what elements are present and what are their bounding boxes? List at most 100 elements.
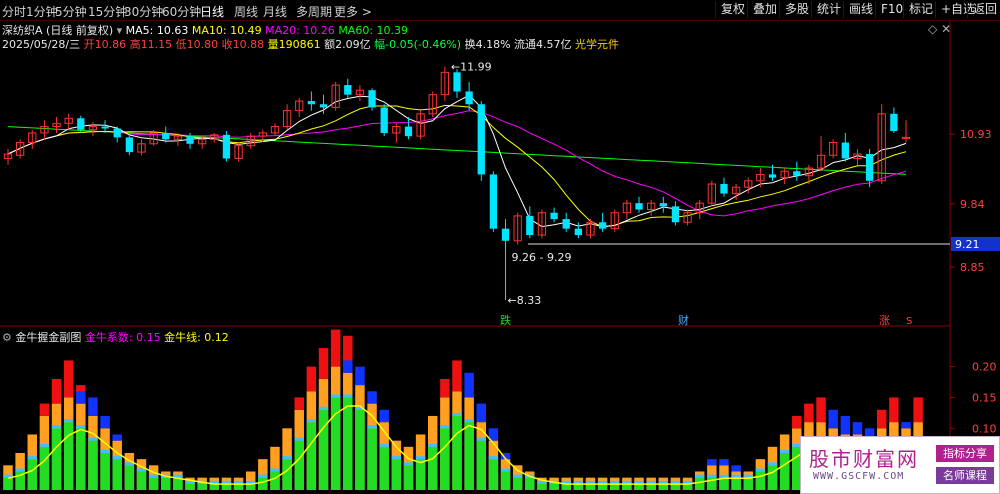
sub-bar-green — [367, 428, 377, 490]
sub-bar-blue — [707, 459, 717, 466]
sub-bar-green — [294, 440, 304, 490]
candle-body — [344, 85, 352, 95]
candle-body — [162, 132, 170, 140]
sub-bar-red — [913, 397, 923, 423]
sub-bar-cap — [464, 419, 474, 423]
sub-bar-green — [124, 465, 135, 490]
candle-body — [501, 228, 510, 241]
sub-axis-label: 0.20 — [972, 361, 997, 374]
candle-body — [368, 90, 376, 108]
watermark-title: 股市财富网 — [809, 447, 919, 471]
sub-bar-cap — [755, 468, 766, 472]
sub-bar-green — [51, 428, 62, 490]
candle-body — [865, 154, 874, 181]
sub-bar-cap — [330, 394, 341, 398]
sub-bar-cap — [15, 468, 25, 472]
tag-zhang: 涨 — [879, 314, 890, 327]
range-annotation: 9.26 - 9.29 — [512, 251, 572, 264]
sub-bar-cap — [63, 419, 74, 423]
sub-bar-green — [306, 422, 317, 490]
sub-bar-red — [294, 397, 304, 410]
sub-bar-cap — [112, 456, 122, 460]
sub-bar-blue — [379, 409, 389, 423]
sub-bar-cap — [88, 437, 98, 441]
indicator-share-button[interactable]: 指标分享 — [936, 445, 994, 462]
sub-bar-cap — [707, 474, 717, 478]
candle-body — [404, 126, 413, 137]
sub-bar-blue — [828, 409, 838, 429]
candle-body — [793, 171, 801, 176]
candle-body — [841, 142, 849, 159]
sub-axis-label: 0.15 — [972, 391, 997, 404]
sub-bar-cap — [27, 456, 38, 460]
sub-bar-green — [525, 477, 535, 490]
sub-bar-cap — [100, 449, 110, 453]
sub-bar-green — [282, 459, 292, 490]
candle-body — [659, 203, 667, 207]
sub-bar-green — [549, 483, 559, 490]
ma60-line — [7, 126, 907, 175]
sub-bar-green — [270, 471, 280, 490]
candle-body — [635, 203, 643, 210]
sub-bar-green — [27, 459, 38, 490]
sub-bar-blue — [901, 422, 911, 429]
price-axis-label: 9.84 — [960, 198, 985, 211]
sub-bar-green — [779, 452, 790, 490]
price-axis-label: 8.85 — [960, 261, 985, 274]
sub-bar-green — [731, 477, 741, 490]
sub-bar-cap — [148, 474, 159, 478]
sub-bar-blue — [367, 391, 377, 404]
sub-bar-blue — [476, 403, 487, 423]
sub-bar-blue — [464, 372, 474, 398]
sub-bar-green — [100, 452, 110, 490]
sub-bar-blue — [76, 391, 86, 404]
sub-bar-red — [306, 366, 317, 392]
candle-body — [101, 126, 109, 129]
sub-bar-green — [427, 446, 438, 490]
sub-bar-green — [500, 471, 511, 490]
candle-body — [720, 184, 728, 194]
sub-bar-blue — [731, 465, 741, 472]
sub-bar-green — [464, 422, 474, 490]
sub-bar-red — [792, 415, 802, 429]
sub-bar-green — [537, 483, 547, 490]
sub-axis-label: 0.10 — [972, 422, 997, 435]
sub-bar-red — [889, 397, 899, 423]
sub-bar-green — [343, 397, 353, 490]
watermark: 股市财富网 WWW.GSCFW.COM 指标分享 名师课程 — [800, 436, 1000, 494]
sub-bar-cap — [779, 449, 790, 453]
candle-body — [598, 222, 607, 229]
sub-bar-red — [804, 403, 814, 423]
sub-bar-red — [330, 329, 341, 367]
sub-bar-green — [258, 477, 268, 490]
sub-bar-cap — [488, 456, 499, 460]
sub-bar-green — [63, 422, 74, 490]
sub-bar-cap — [427, 443, 438, 447]
sub-bar-cap — [391, 456, 402, 460]
price-axis-label: 10.93 — [960, 128, 992, 141]
sub-bar-green — [755, 471, 766, 490]
gear-icon[interactable]: ⚙ — [2, 331, 12, 344]
sub-bar-green — [391, 459, 402, 490]
sub-bar-cap — [367, 425, 377, 429]
candle-body — [380, 107, 388, 133]
low-annotation: ←8.33 — [508, 294, 542, 307]
sub-bar-cap — [270, 468, 280, 472]
sub-bar-cap — [39, 443, 50, 447]
sub-bar-cap — [694, 474, 705, 478]
ma5-line — [7, 94, 907, 228]
sub-bar-green — [767, 465, 778, 490]
sub-bar-blue — [343, 360, 353, 373]
candle-body — [562, 219, 570, 229]
sub-bar-blue — [840, 415, 851, 435]
candle-body — [319, 104, 328, 108]
sub-bar-red — [440, 378, 450, 398]
sub-bar-green — [355, 409, 365, 490]
candle-body — [453, 72, 461, 92]
sub-bar-blue — [719, 459, 729, 466]
candle-body — [574, 228, 582, 236]
candle-body — [768, 174, 777, 178]
kline-chart[interactable]: 10.93 9.84 8.85 9.21 ←11.99 ←8.33 9.26 - 9.29 跌… — [0, 0, 1000, 493]
sub-bar-green — [3, 477, 13, 490]
course-button[interactable]: 名师课程 — [936, 467, 994, 484]
